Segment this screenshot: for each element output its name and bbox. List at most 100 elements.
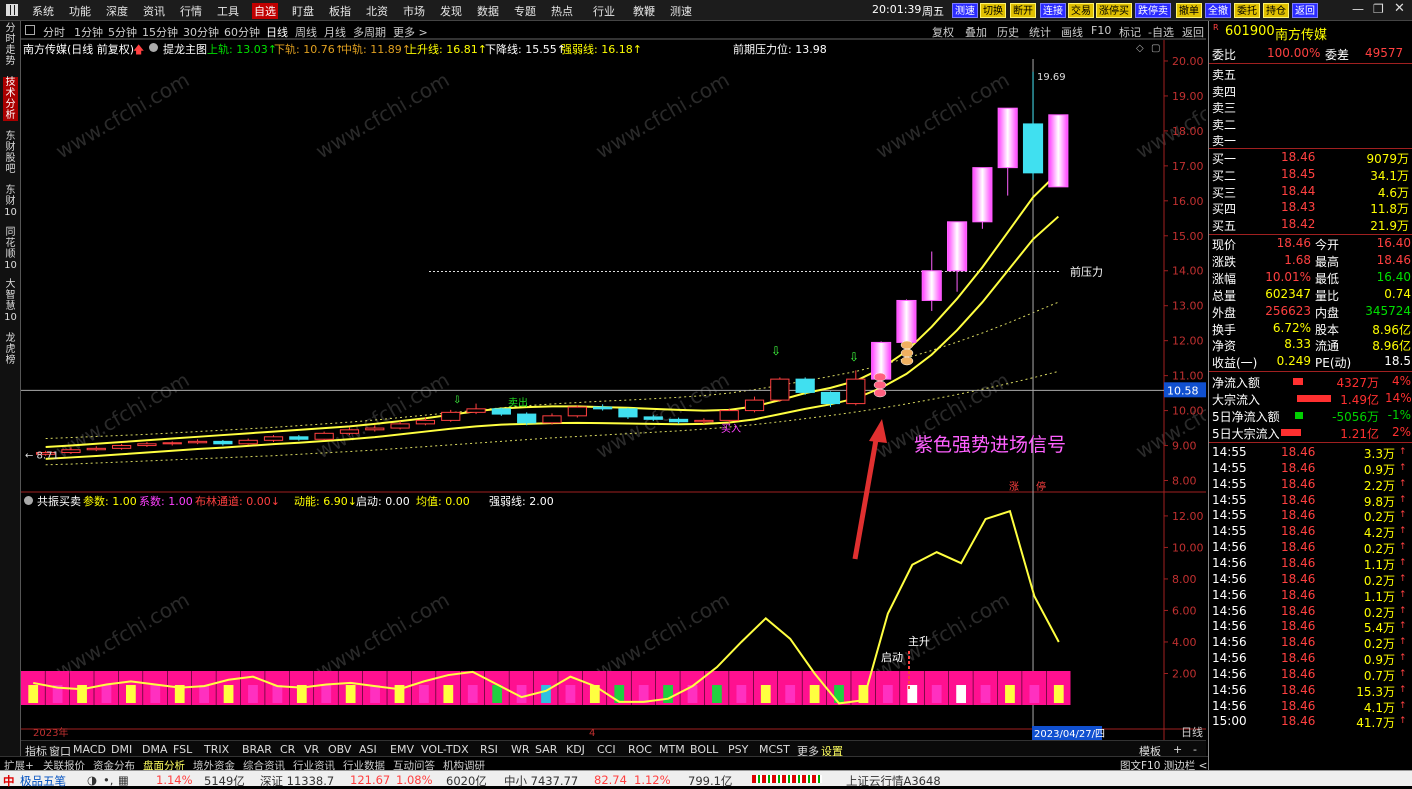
tf-15min[interactable]: 15分钟 (142, 24, 178, 40)
indicator-tab-7[interactable]: BRAR (242, 743, 272, 756)
indicator-tab-22[interactable]: PSY (728, 743, 748, 756)
indicator-tab-2[interactable]: MACD (73, 743, 106, 756)
tool-mark[interactable]: 标记 (1119, 24, 1141, 40)
btn-position[interactable]: 持仓 (1263, 3, 1289, 18)
indicator-tab-6[interactable]: TRIX (204, 743, 229, 756)
tab-dragon-tiger[interactable]: 龙虎榜 (3, 333, 18, 366)
menu-item-topic[interactable]: 专题 (514, 3, 536, 19)
tool-return[interactable]: 返回 (1182, 24, 1204, 40)
btn-trade[interactable]: 交易 (1068, 3, 1094, 18)
tf-5min[interactable]: 5分钟 (108, 24, 137, 40)
btn-cancel-all[interactable]: 全撤 (1205, 3, 1231, 18)
indicator-tab-17[interactable]: KDJ (566, 743, 585, 756)
btn-switch[interactable]: 切换 (980, 3, 1006, 18)
btn-speed[interactable]: 测速 (952, 3, 978, 18)
indicator-tab-12[interactable]: EMV (390, 743, 414, 756)
menu-item-quote[interactable]: 行情 (180, 3, 202, 19)
tool-f10[interactable]: F10 (1091, 24, 1111, 37)
btn-connect[interactable]: 连接 (1040, 3, 1066, 18)
btn-disconnect[interactable]: 断开 (1010, 3, 1036, 18)
tab-timeshare[interactable]: 分时走势 (3, 23, 18, 67)
menu-item-discover[interactable]: 发现 (440, 3, 462, 19)
stock-chart[interactable]: www.cfchi.com www.cfchi.com www.cfchi.com w… (21, 39, 1206, 740)
btn-return[interactable]: 返回 (1292, 3, 1318, 18)
tf-30min[interactable]: 30分钟 (183, 24, 219, 40)
indicator-tab-14[interactable]: RSI (480, 743, 498, 756)
tab-ths10[interactable]: 同花顺10 (3, 227, 18, 271)
close-icon[interactable]: ✕ (1394, 1, 1405, 16)
menu-item-watchlist[interactable]: 自选 (252, 3, 278, 19)
sub-indicator-name[interactable]: 共振买卖 (37, 493, 81, 509)
menu-item-northbound[interactable]: 北资 (366, 3, 388, 19)
indicator-tab-18[interactable]: CCI (597, 743, 616, 756)
tf-more[interactable]: 更多 > (393, 24, 428, 40)
menu-item-speed[interactable]: 测速 (670, 3, 692, 19)
indicator-tab-21[interactable]: BOLL (690, 743, 718, 756)
bottom-minus[interactable]: - (1193, 743, 1197, 756)
menu-item-index[interactable]: 板指 (329, 3, 351, 19)
ime-moon-icon[interactable]: ◑ (87, 773, 97, 787)
indicator-tab-10[interactable]: OBV (328, 743, 351, 756)
tool-history[interactable]: 历史 (997, 24, 1019, 40)
menu-item-function[interactable]: 功能 (69, 3, 91, 19)
toggle-panel-icon[interactable] (25, 25, 35, 35)
sh-pct: 1.14% (156, 773, 193, 787)
sub-settings-icon[interactable] (24, 496, 33, 505)
diamond-icon: ◇ (1136, 43, 1144, 54)
menu-item-industry[interactable]: 行业 (593, 3, 615, 19)
menu-item-system[interactable]: 系统 (32, 3, 54, 19)
btn-limit-down-sell[interactable]: 跌停卖 (1135, 3, 1171, 18)
indicator-tab-23[interactable]: MCST (759, 743, 790, 756)
tool-draw[interactable]: 画线 (1061, 24, 1083, 40)
indicator-tab-19[interactable]: ROC (628, 743, 652, 756)
bottom-plus[interactable]: + (1173, 743, 1182, 756)
buy-row: 买三 18.44 4.6万 (1209, 183, 1412, 200)
candle-body (1022, 123, 1044, 174)
stat-value: 8.33 (1284, 337, 1311, 352)
menu-item-tools[interactable]: 工具 (217, 3, 239, 19)
indicator-tab-8[interactable]: CR (280, 743, 295, 756)
ime-name[interactable]: 极品五笔 (20, 773, 66, 789)
tool-adjust[interactable]: 复权 (932, 24, 954, 40)
indicator-tab-13[interactable]: VOL-TDX (421, 743, 469, 756)
indicator-tab-9[interactable]: VR (304, 743, 319, 756)
indicator-tab-5[interactable]: FSL (173, 743, 192, 756)
tf-daily[interactable]: 日线 (266, 24, 288, 40)
indicator-tab-16[interactable]: SAR (535, 743, 557, 756)
tab-technical[interactable]: 技术分析 (3, 77, 18, 121)
tf-1min[interactable]: 1分钟 (74, 24, 103, 40)
menu-item-market[interactable]: 市场 (403, 3, 425, 19)
indicator-tab-20[interactable]: MTM (659, 743, 685, 756)
menu-item-data[interactable]: 数据 (477, 3, 499, 19)
ime-keyboard-icon[interactable]: ▦ (118, 773, 129, 787)
btn-cancel-order[interactable]: 撤单 (1176, 3, 1202, 18)
menu-item-hot[interactable]: 热点 (551, 3, 573, 19)
tool-overlay[interactable]: 叠加 (965, 24, 987, 40)
minimize-icon[interactable]: — (1352, 2, 1364, 16)
btn-limit-up-buy[interactable]: 涨停买 (1096, 3, 1132, 18)
ime-logo-icon[interactable]: 中 (3, 773, 15, 789)
tf-multi[interactable]: 多周期 (353, 24, 386, 40)
tf-weekly[interactable]: 周线 (295, 24, 317, 40)
tab-guba[interactable]: 东财股吧 (3, 131, 18, 175)
indicator-tab-11[interactable]: ASI (359, 743, 377, 756)
menu-item-monitor[interactable]: 盯盘 (292, 3, 314, 19)
stat-row: 总量 602347 量比 0.74 (1209, 286, 1412, 303)
tab-dzh10[interactable]: 大智慧10 (3, 279, 18, 323)
tool-stats[interactable]: 统计 (1029, 24, 1051, 40)
tab-dc10[interactable]: 东财10 (3, 185, 18, 218)
app-grid-icon[interactable] (6, 4, 18, 16)
indicator-tab-4[interactable]: DMA (142, 743, 168, 756)
btn-order[interactable]: 委托 (1234, 3, 1260, 18)
menu-item-info[interactable]: 资讯 (143, 3, 165, 19)
indicator-tab-3[interactable]: DMI (111, 743, 132, 756)
menu-item-teach[interactable]: 教鞭 (633, 3, 655, 19)
indicator-tab-15[interactable]: WR (511, 743, 530, 756)
tool-watchlist[interactable]: -自选 (1148, 24, 1174, 40)
tf-timeshare[interactable]: 分时 (43, 24, 65, 40)
restore-icon[interactable]: ❐ (1373, 2, 1384, 16)
ime-punct-icon[interactable]: •, (103, 773, 113, 787)
tf-60min[interactable]: 60分钟 (224, 24, 260, 40)
tf-monthly[interactable]: 月线 (324, 24, 346, 40)
menu-item-depth[interactable]: 深度 (106, 3, 128, 19)
